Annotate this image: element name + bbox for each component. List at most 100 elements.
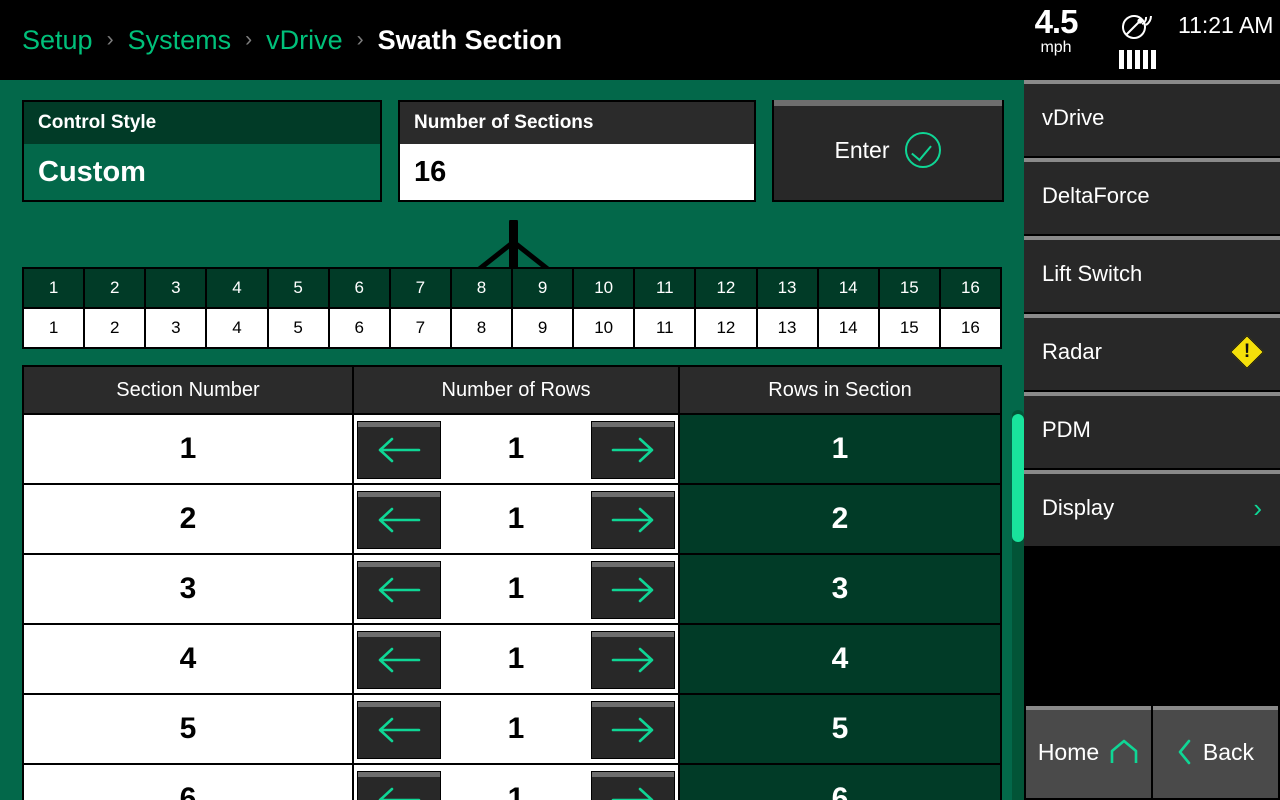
- breadcrumb-item-vdrive[interactable]: vDrive: [266, 25, 343, 56]
- section-strip-top-cell[interactable]: 5: [268, 269, 330, 307]
- home-button-label: Home: [1037, 738, 1100, 765]
- cell-section-number: 4: [24, 625, 354, 693]
- section-strip-top-cell[interactable]: 1: [24, 269, 86, 307]
- section-strip-top-cell[interactable]: 13: [757, 269, 819, 307]
- increment-rows-button[interactable]: [591, 701, 675, 759]
- sidebar-item-display[interactable]: Display ›: [1024, 470, 1280, 546]
- section-strip-top-cell[interactable]: 16: [940, 269, 1000, 307]
- section-strip-bottom-cell[interactable]: 10: [574, 309, 636, 347]
- section-strip-top-cell[interactable]: 15: [879, 269, 941, 307]
- section-strip-bottom-cell[interactable]: 5: [268, 309, 330, 347]
- section-strip-bottom-cell[interactable]: 2: [85, 309, 147, 347]
- section-strip-bottom-cell[interactable]: 6: [329, 309, 391, 347]
- top-bar: Setup › Systems › vDrive › Swath Section 4.5 m…: [0, 0, 1280, 80]
- cell-number-of-rows: 1: [354, 765, 680, 800]
- cell-rows-in-section: 4: [680, 625, 1000, 693]
- cell-rows-in-section: 1: [680, 415, 1000, 483]
- section-strip-bottom-cell[interactable]: 9: [513, 309, 575, 347]
- gps-signal-bar: [1134, 50, 1140, 69]
- sidebar-item-vdrive[interactable]: vDrive: [1024, 80, 1280, 156]
- section-strip-bottom-cell[interactable]: 16: [940, 309, 1000, 347]
- section-strip-bottom-cell[interactable]: 3: [146, 309, 208, 347]
- status-bar: 4.5 mph 11:21 AM: [1010, 0, 1280, 80]
- cell-section-number: 1: [24, 415, 354, 483]
- sidebar: vDrive DeltaForce Lift Switch Radar! PDM Disp…: [1024, 80, 1280, 800]
- chevron-left-icon: [1178, 739, 1191, 765]
- section-strip-top-cell[interactable]: 4: [207, 269, 269, 307]
- number-of-sections-input[interactable]: 16: [400, 144, 754, 200]
- increment-rows-button[interactable]: [591, 631, 675, 689]
- sidebar-item-label: Lift Switch: [1042, 261, 1143, 286]
- control-style-panel[interactable]: Control Style Custom: [22, 100, 382, 202]
- section-strip-bottom-cell[interactable]: 4: [207, 309, 269, 347]
- section-strip-top-cell[interactable]: 14: [818, 269, 880, 307]
- satellite-dish-icon: [1122, 15, 1152, 39]
- section-strip-top-row: 1 2 3 4 5 6 7 8 9 10 11 12 13 14 15 16: [22, 267, 1002, 307]
- section-strip-bottom-cell[interactable]: 7: [390, 309, 452, 347]
- table-row: 212: [24, 485, 1000, 555]
- section-strip-bottom-cell[interactable]: 15: [879, 309, 941, 347]
- cell-section-number: 6: [24, 765, 354, 800]
- section-strip-top-cell[interactable]: 8: [451, 269, 513, 307]
- speed-indicator: 4.5 mph: [1016, 5, 1096, 57]
- section-strip-bottom-cell[interactable]: 12: [696, 309, 758, 347]
- arrow-right-icon: [611, 787, 654, 800]
- table-row: 616: [24, 765, 1000, 800]
- arrow-right-icon: [611, 647, 654, 673]
- cell-rows-in-section: 6: [680, 765, 1000, 800]
- back-button[interactable]: Back: [1153, 706, 1278, 798]
- section-strip-top-cell[interactable]: 9: [513, 269, 575, 307]
- section-strip-top-cell[interactable]: 12: [696, 269, 758, 307]
- back-button-label: Back: [1202, 738, 1255, 765]
- table-row: 111: [24, 415, 1000, 485]
- table-row: 515: [24, 695, 1000, 765]
- arrow-right-icon: [611, 717, 654, 743]
- sections-table-header: Section Number Number of Rows Rows in Se…: [22, 365, 1002, 413]
- app-root: Setup › Systems › vDrive › Swath Section 4.5 m…: [0, 0, 1280, 800]
- gps-signal-bar: [1142, 50, 1148, 69]
- enter-button[interactable]: Enter: [772, 100, 1004, 202]
- gps-signal-bar: [1150, 50, 1156, 69]
- section-strip-top-cell[interactable]: 2: [85, 269, 147, 307]
- breadcrumb-item-setup[interactable]: Setup: [22, 25, 93, 56]
- section-strip-bottom-cell[interactable]: 8: [451, 309, 513, 347]
- increment-rows-button[interactable]: [591, 771, 675, 800]
- cell-section-number: 2: [24, 485, 354, 553]
- home-icon: [1110, 739, 1138, 763]
- increment-rows-button[interactable]: [591, 561, 675, 619]
- section-strip-bottom-cell[interactable]: 13: [757, 309, 819, 347]
- number-of-sections-panel[interactable]: Number of Sections 16: [398, 100, 756, 202]
- cell-number-of-rows: 1: [354, 415, 680, 483]
- arrow-right-icon: [611, 437, 654, 463]
- breadcrumb-item-systems[interactable]: Systems: [128, 25, 232, 56]
- warning-diamond-icon: !: [1230, 335, 1264, 369]
- sidebar-item-pdm[interactable]: PDM: [1024, 392, 1280, 468]
- sidebar-item-deltaforce[interactable]: DeltaForce: [1024, 158, 1280, 234]
- control-style-label: Control Style: [24, 102, 380, 144]
- section-strip-top-cell[interactable]: 3: [146, 269, 208, 307]
- home-button[interactable]: Home: [1026, 706, 1151, 798]
- section-strip-top-cell[interactable]: 10: [574, 269, 636, 307]
- header-number-of-rows: Number of Rows: [354, 367, 680, 413]
- main-content: Control Style Custom Number of Sections …: [0, 80, 1024, 800]
- sidebar-item-lift-switch[interactable]: Lift Switch: [1024, 236, 1280, 312]
- gps-status: [1106, 12, 1168, 69]
- section-strip-top-cell[interactable]: 11: [635, 269, 697, 307]
- section-strip-bottom-cell[interactable]: 11: [635, 309, 697, 347]
- number-of-sections-label: Number of Sections: [400, 102, 754, 144]
- section-strip-bottom-cell[interactable]: 1: [24, 309, 86, 347]
- header-rows-in-section: Rows in Section: [768, 378, 912, 401]
- breadcrumb-item-swath-section: Swath Section: [377, 24, 563, 55]
- cell-number-of-rows: 1: [354, 485, 680, 553]
- sidebar-list: vDrive DeltaForce Lift Switch Radar! PDM Disp…: [1024, 80, 1280, 546]
- breadcrumb: Setup › Systems › vDrive › Swath Section: [22, 0, 562, 80]
- section-strip-top-cell[interactable]: 7: [390, 269, 452, 307]
- increment-rows-button[interactable]: [591, 491, 675, 549]
- table-scrollbar-thumb[interactable]: [1012, 414, 1024, 542]
- section-strip-bottom-cell[interactable]: 14: [818, 309, 880, 347]
- increment-rows-button[interactable]: [591, 421, 675, 479]
- section-strip-top-cell[interactable]: 6: [329, 269, 391, 307]
- speed-unit: mph: [1040, 39, 1072, 56]
- breadcrumb-separator: ›: [245, 27, 253, 51]
- sidebar-item-radar[interactable]: Radar!: [1024, 314, 1280, 390]
